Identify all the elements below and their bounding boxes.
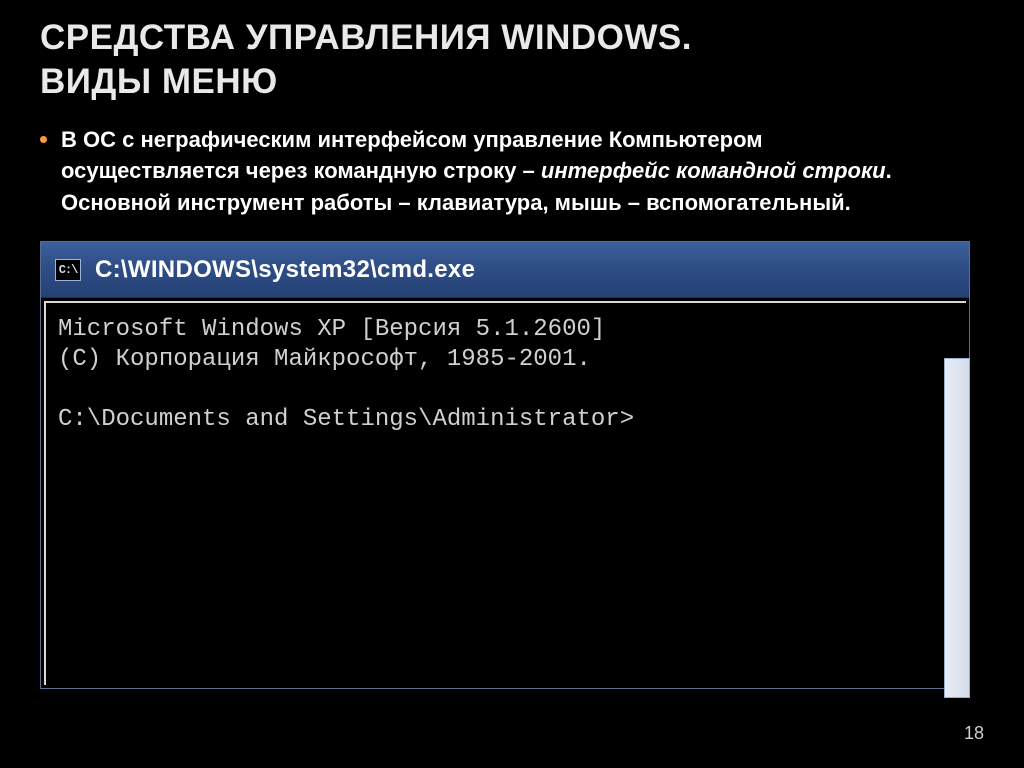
title-line-2: ВИДЫ МЕНЮ [40, 62, 278, 101]
bullet-item: В ОС с неграфическим интерфейсом управле… [58, 124, 978, 220]
terminal-icon: C:\ [55, 259, 81, 281]
slide: { "heading": { "line1": "СРЕДСТВА УПРАВЛ… [0, 0, 1024, 768]
bullet-text: В ОС с неграфическим интерфейсом управле… [61, 124, 931, 220]
slide-body: В ОС с неграфическим интерфейсом управле… [0, 114, 1024, 220]
title-line-1: СРЕДСТВА УПРАВЛЕНИЯ WINDOWS. [40, 18, 692, 57]
cmd-output[interactable]: Microsoft Windows XP [Версия 5.1.2600] (… [44, 301, 966, 685]
cmd-titlebar: C:\ C:\WINDOWS\system32\cmd.exe [41, 242, 969, 298]
page-number: 18 [964, 723, 984, 744]
scrollbar[interactable] [944, 358, 970, 698]
bullet-icon [40, 136, 47, 143]
bullet-italic: интерфейс командной строки [541, 158, 886, 183]
cmd-window: C:\ C:\WINDOWS\system32\cmd.exe Microsof… [40, 241, 970, 689]
slide-title: СРЕДСТВА УПРАВЛЕНИЯ WINDOWS. ВИДЫ МЕНЮ [0, 0, 1024, 114]
cmd-line-2: (C) Корпорация Майкрософт, 1985-2001. [58, 346, 591, 373]
cmd-prompt: C:\Documents and Settings\Administrator> [58, 406, 634, 433]
cmd-line-1: Microsoft Windows XP [Версия 5.1.2600] [58, 316, 605, 343]
cmd-title: C:\WINDOWS\system32\cmd.exe [95, 256, 475, 284]
